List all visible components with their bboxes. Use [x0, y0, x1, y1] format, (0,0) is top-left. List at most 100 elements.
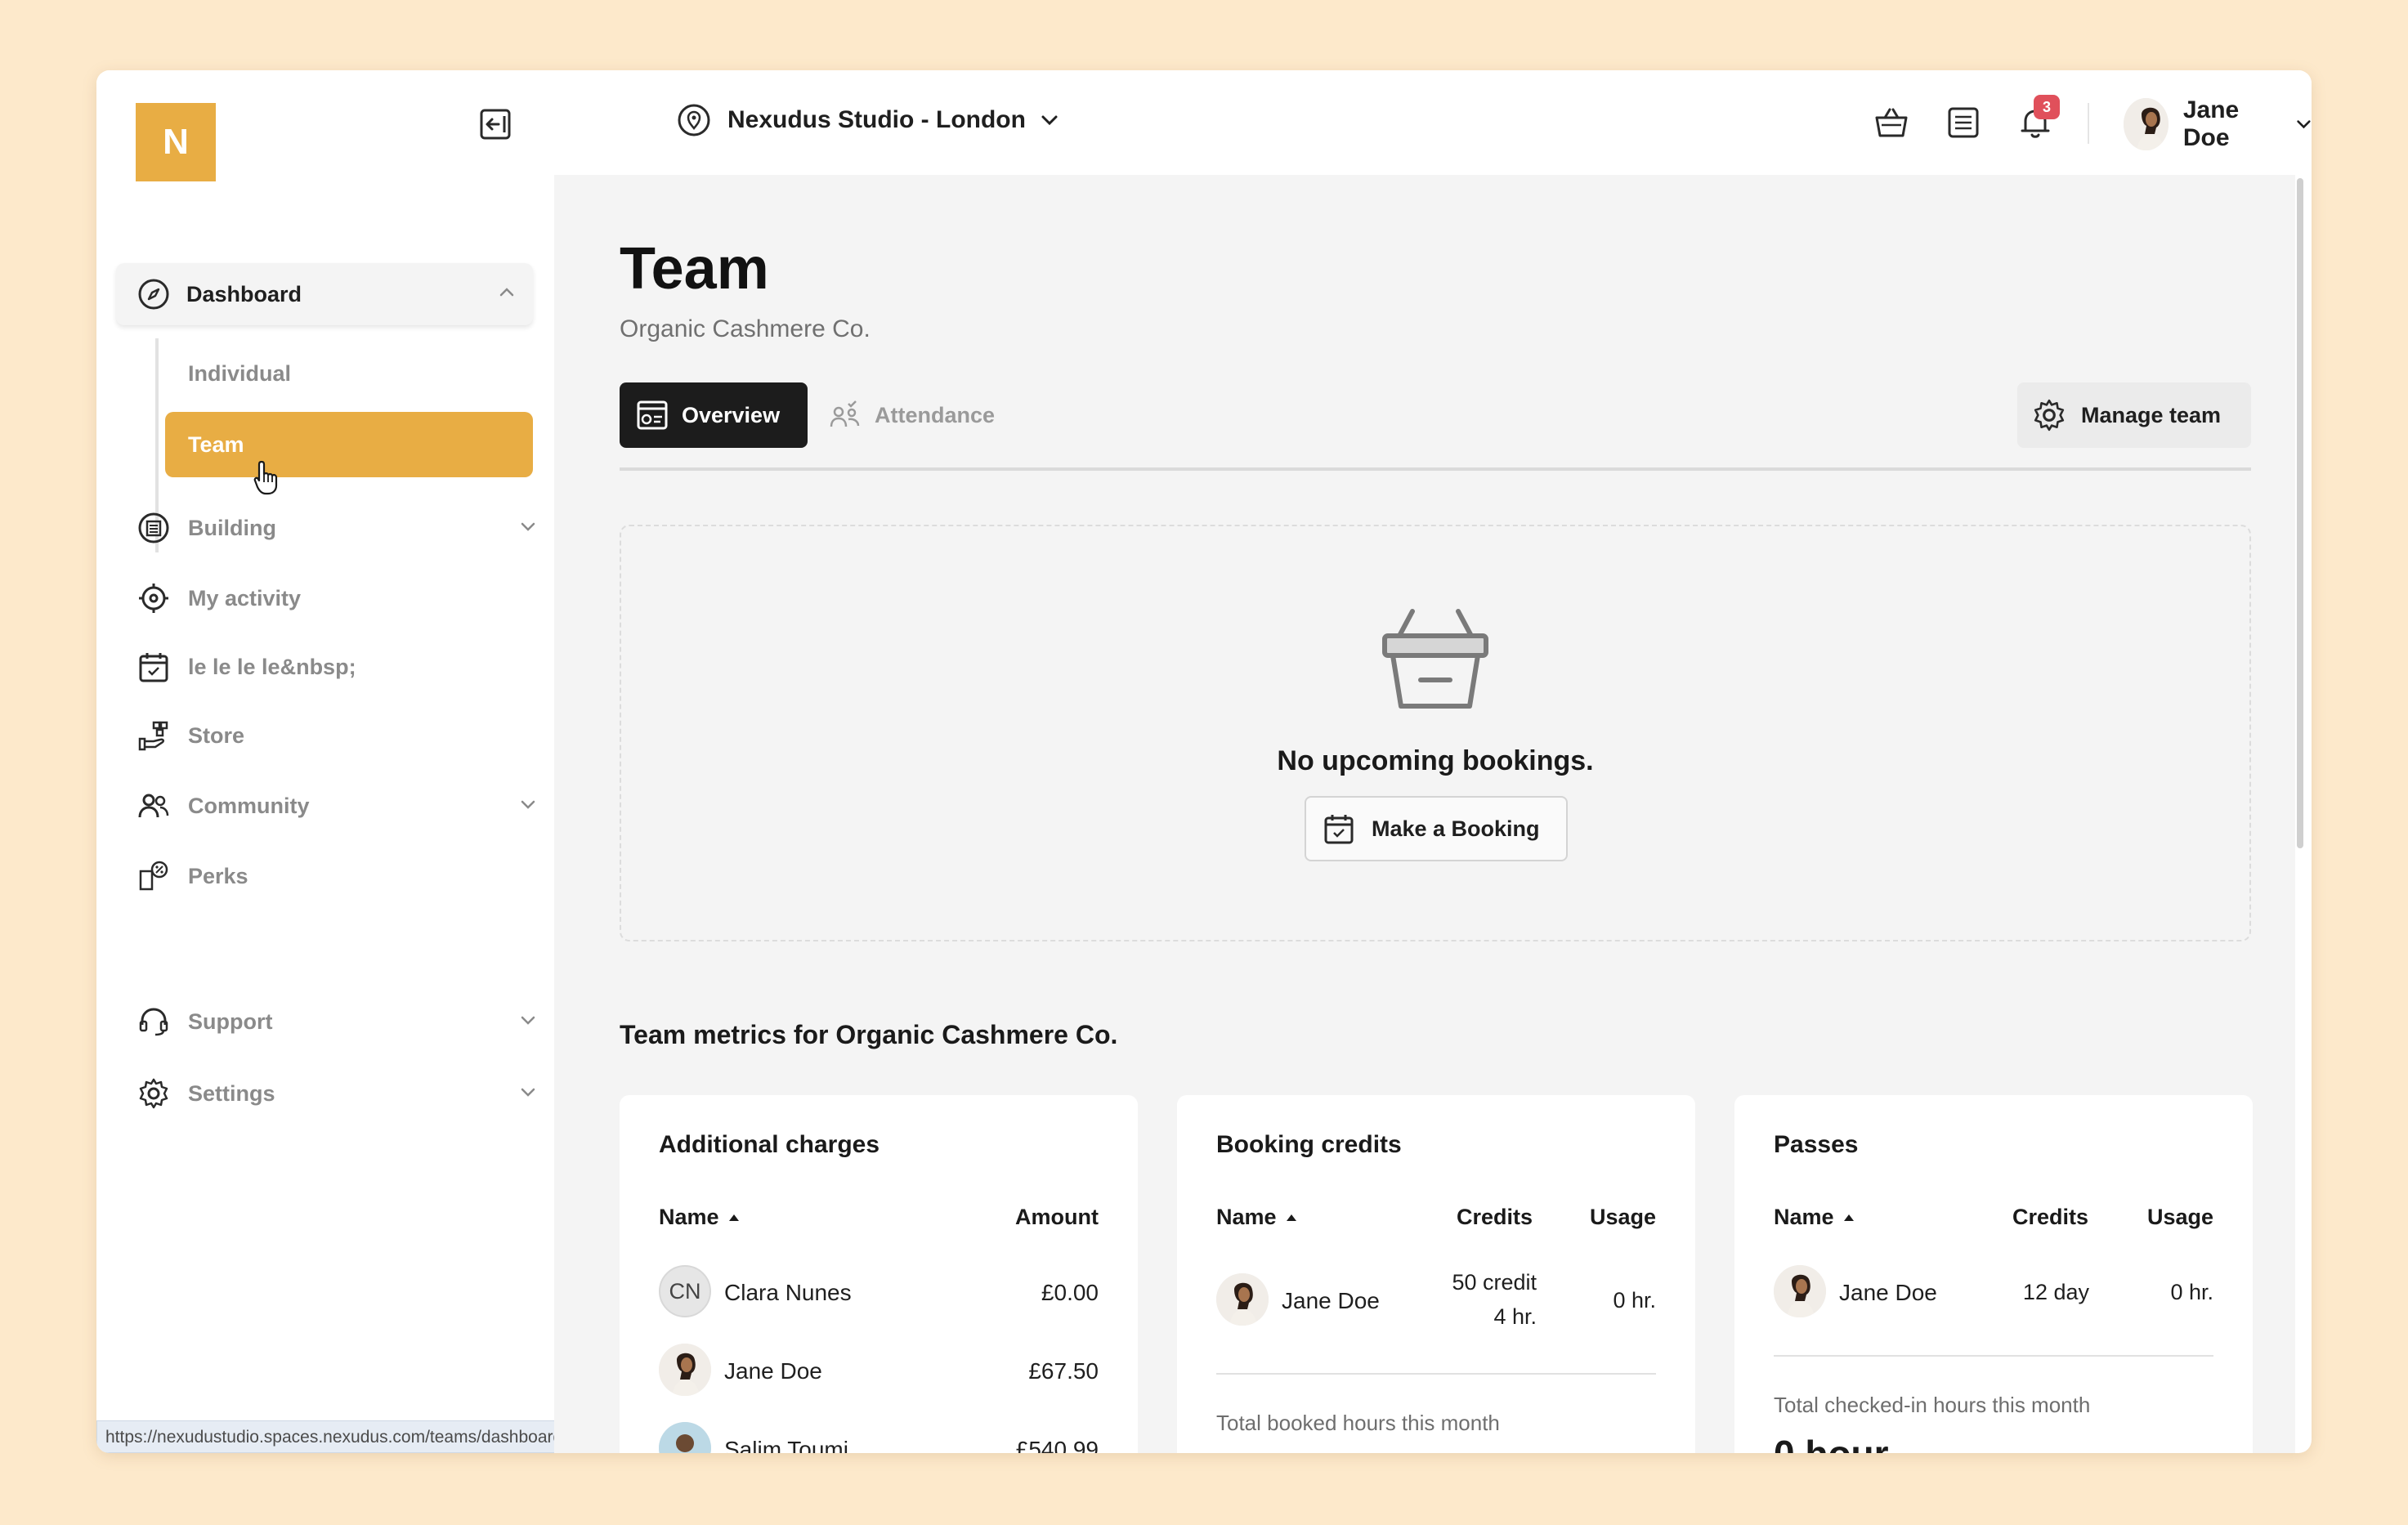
avatar [2124, 98, 2169, 150]
avatar [659, 1344, 711, 1396]
credits-value: 50 credit [1452, 1270, 1537, 1295]
divider [1216, 1373, 1656, 1375]
column-label: Name [1216, 1205, 1277, 1229]
building-icon [136, 510, 172, 546]
sidebar-item-dashboard[interactable]: Dashboard [116, 263, 533, 325]
sidebar-item-perks[interactable]: Perks [136, 856, 536, 896]
sidebar-item-store[interactable]: Store [136, 716, 536, 755]
column-name-sort[interactable]: Name [1216, 1205, 1298, 1230]
store-icon [136, 718, 172, 754]
additional-charges-card: Additional charges Name Amount CN Clara … [620, 1095, 1138, 1453]
location-selector[interactable]: Nexudus Studio - London [677, 103, 1059, 137]
status-bar-url: https://nexudustudio.spaces.nexudus.com/… [96, 1420, 572, 1453]
scrollbar[interactable] [2297, 178, 2303, 848]
card-title: Additional charges [659, 1131, 880, 1158]
sidebar-item-label: Store [188, 722, 245, 748]
column-label: Name [1774, 1205, 1834, 1229]
invoices-button[interactable] [1944, 103, 1983, 142]
tab-attendance[interactable]: Attendance [829, 382, 995, 448]
sidebar-item-settings[interactable]: Settings [136, 1074, 536, 1113]
sidebar-item-calendar[interactable]: le le le le&nbsp; [136, 647, 536, 686]
chevron-down-icon [521, 1088, 535, 1097]
column-amount[interactable]: Amount [1015, 1205, 1099, 1230]
sidebar-item-label: My activity [188, 585, 302, 610]
target-icon [136, 580, 172, 616]
sort-asc-icon [728, 1214, 739, 1221]
column-usage[interactable]: Usage [1590, 1205, 1656, 1230]
sidebar-subitem-team[interactable]: Team [165, 412, 533, 477]
avatar [1774, 1265, 1826, 1317]
calendar-icon [1324, 815, 1354, 844]
member-name: Jane Doe [724, 1358, 822, 1384]
basket-button[interactable] [1872, 103, 1911, 142]
gear-icon [2034, 399, 2065, 432]
chevron-up-icon [499, 288, 514, 297]
collapse-sidebar-button[interactable] [477, 106, 513, 142]
compass-icon [138, 279, 169, 310]
column-label: Usage [1589, 1205, 1656, 1229]
footer-value: 0 hour [1774, 1432, 1889, 1453]
sidebar-item-label: Perks [188, 863, 248, 888]
make-booking-button[interactable]: Make a Booking [1305, 796, 1568, 861]
receipt-icon [1948, 107, 1979, 138]
sidebar-item-label: Building [188, 515, 276, 540]
divider [1774, 1355, 2213, 1357]
empty-state-message: No upcoming bookings. [1277, 745, 1594, 776]
card-title: Booking credits [1216, 1131, 1402, 1158]
divider [2088, 103, 2089, 144]
location-label: Nexudus Studio - London [727, 106, 1026, 133]
footer-label: Total booked hours this month [1216, 1411, 1500, 1435]
button-label: Make a Booking [1372, 816, 1540, 841]
usage-value: 0 hr. [1613, 1288, 1656, 1313]
main-content: Team Organic Cashmere Co. Overview Atten… [554, 175, 2295, 1453]
sidebar-item-my-activity[interactable]: My activity [136, 579, 536, 618]
sidebar-item-community[interactable]: Community [136, 786, 536, 825]
sidebar-item-label: Community [188, 793, 310, 818]
basket-icon [1382, 609, 1488, 709]
passes-card: Passes Name Credits Usage Jane Doe 12 da… [1734, 1095, 2253, 1453]
chevron-down-icon [521, 1016, 535, 1025]
charge-amount: £67.50 [1028, 1358, 1099, 1384]
avatar [659, 1422, 711, 1453]
column-usage[interactable]: Usage [2147, 1205, 2213, 1230]
sort-asc-icon [1286, 1214, 1296, 1221]
charge-amount: £0.00 [1041, 1280, 1099, 1305]
footer-label: Total checked-in hours this month [1774, 1393, 2091, 1417]
headset-icon [136, 1004, 172, 1040]
booking-credits-card: Booking credits Name Credits Usage Jane … [1177, 1095, 1695, 1453]
member-name: Jane Doe [1282, 1288, 1380, 1313]
column-credits[interactable]: Credits [2012, 1205, 2088, 1230]
logo[interactable]: N [136, 103, 216, 181]
sidebar-subitem-individual[interactable]: Individual [188, 361, 291, 387]
chevron-down-icon [521, 800, 535, 809]
member-name: Jane Doe [1839, 1280, 1937, 1305]
chevron-down-icon [521, 522, 535, 531]
tab-label: Overview [682, 402, 781, 427]
notification-badge: 3 [2034, 95, 2060, 119]
tab-label: Attendance [875, 402, 996, 427]
page-title: Team [620, 236, 769, 302]
charge-amount: £540.99 [1015, 1437, 1099, 1453]
credits-hours: 4 hr. [1493, 1304, 1537, 1329]
column-label: Amount [1015, 1205, 1099, 1229]
member-name: Salim Toumi [724, 1437, 848, 1453]
column-name-sort[interactable]: Name [1774, 1205, 1855, 1230]
tab-overview[interactable]: Overview [620, 382, 808, 448]
user-menu[interactable]: Jane Doe [2124, 96, 2312, 152]
avatar [1216, 1273, 1269, 1326]
hand-cursor-icon [253, 460, 278, 495]
credits-value: 12 day [2022, 1280, 2089, 1304]
manage-team-button[interactable]: Manage team [2017, 382, 2251, 448]
user-name: Jane Doe [2182, 96, 2240, 151]
column-name-sort[interactable]: Name [659, 1205, 741, 1230]
location-icon [678, 104, 710, 136]
metrics-title: Team metrics for Organic Cashmere Co. [620, 1020, 1118, 1049]
sidebar-item-support[interactable]: Support [136, 1002, 536, 1041]
sidebar-subitem-label: Team [188, 432, 244, 457]
perks-icon [136, 858, 172, 894]
sidebar: N Dashboard Individual Team Building My … [96, 70, 572, 1453]
column-credits[interactable]: Credits [1457, 1205, 1533, 1230]
sidebar-item-building[interactable]: Building [136, 508, 536, 548]
gear-icon [136, 1076, 172, 1111]
tabs-divider [620, 467, 2251, 471]
